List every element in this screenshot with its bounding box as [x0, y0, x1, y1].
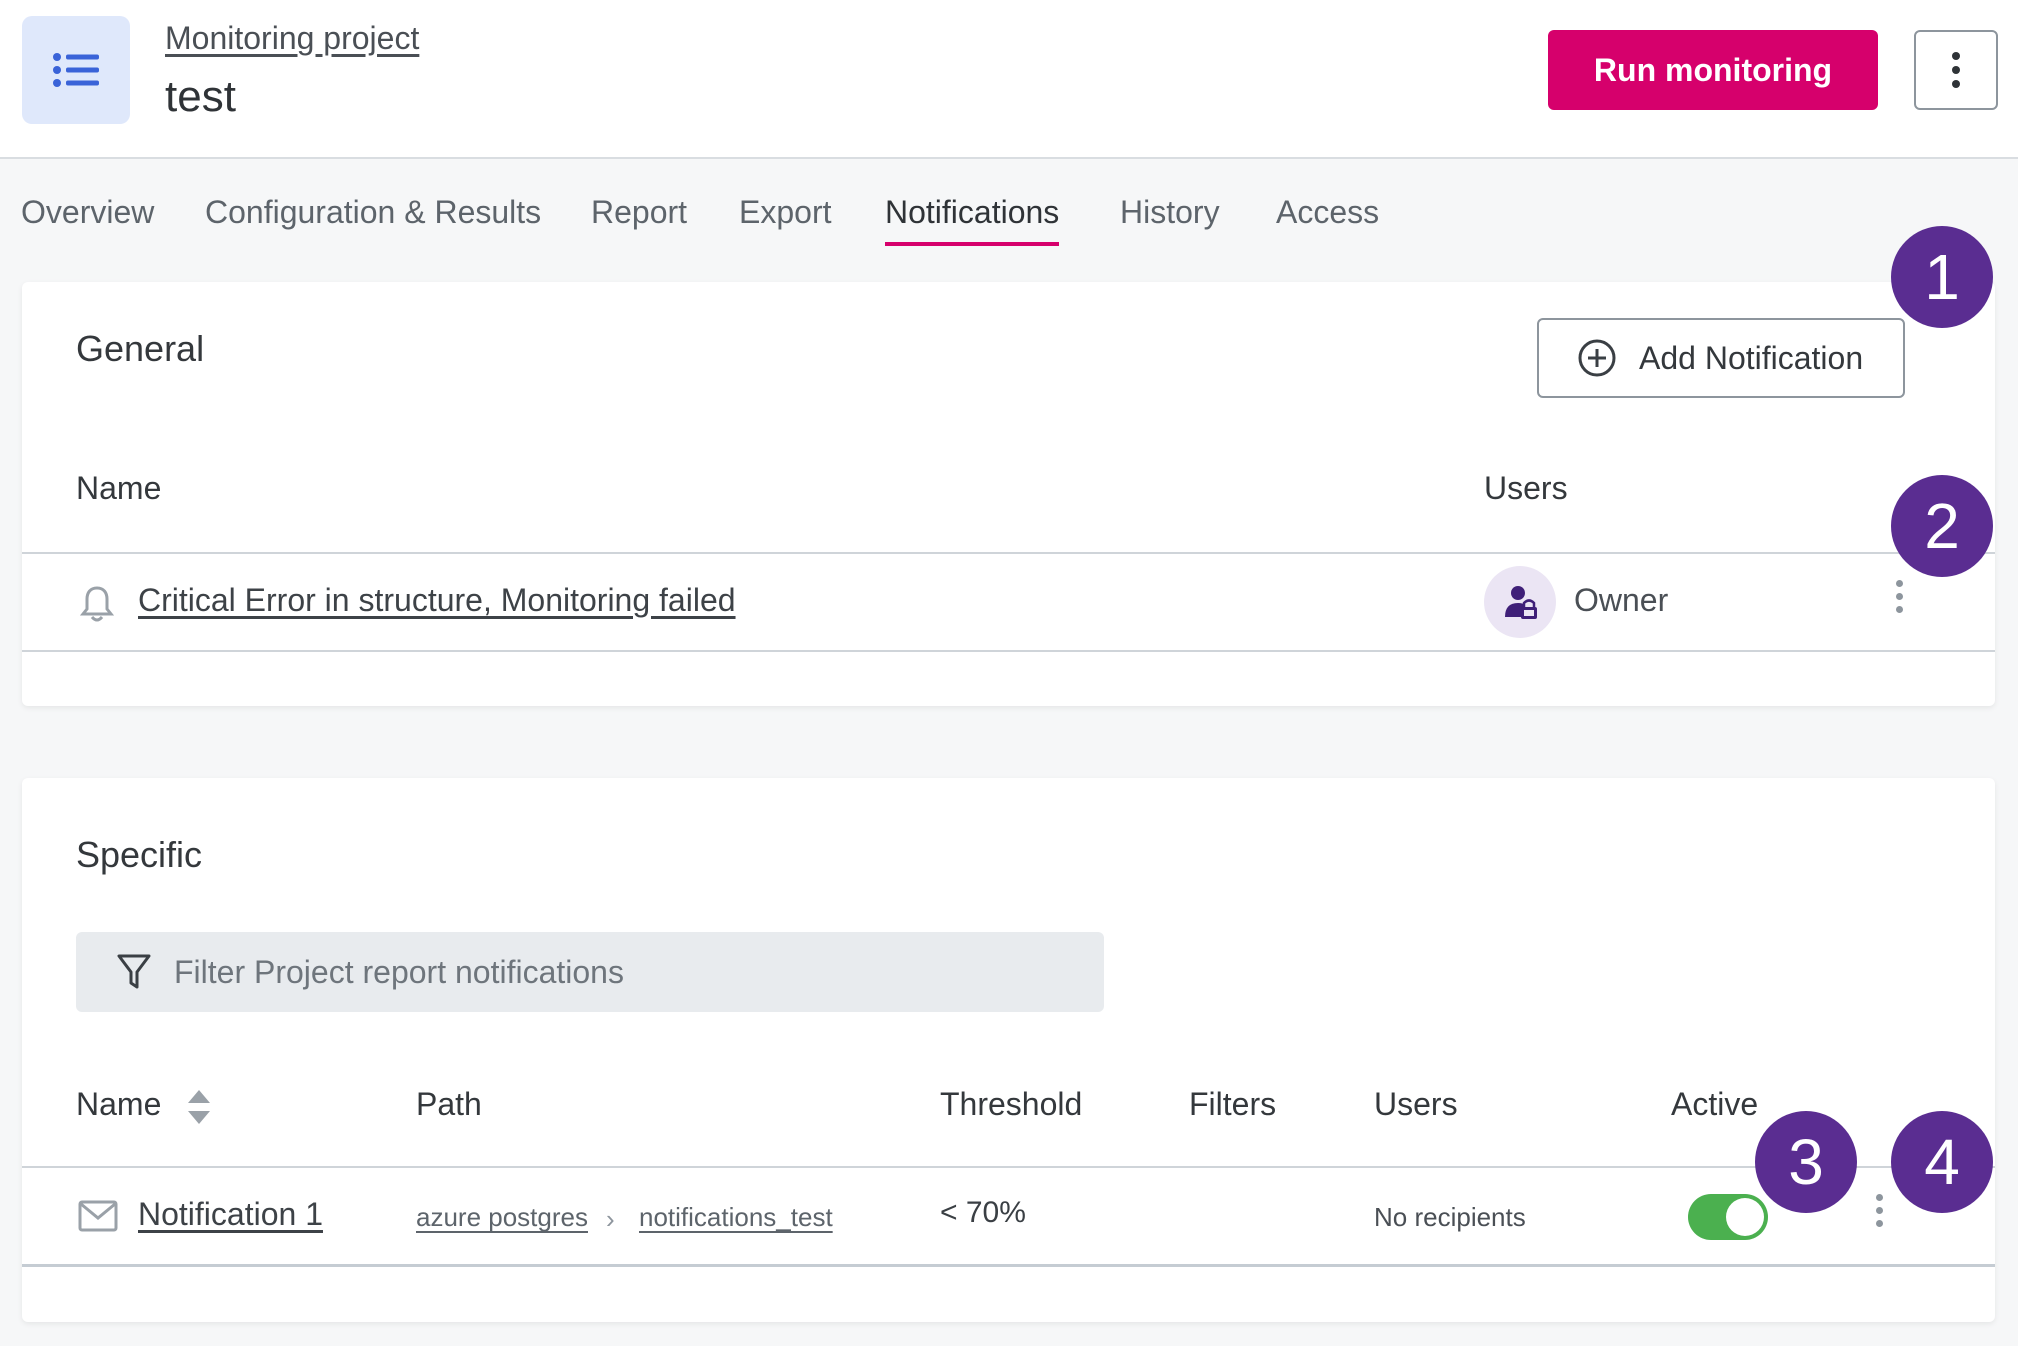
users-value: No recipients: [1374, 1202, 1526, 1232]
more-options-button[interactable]: [1914, 30, 1998, 110]
tab-access[interactable]: Access: [1276, 194, 1379, 231]
active-toggle[interactable]: [1688, 1194, 1768, 1240]
notification-name-link[interactable]: Notification 1: [138, 1196, 323, 1233]
column-header-name: Name: [76, 1086, 162, 1122]
notification-name-link[interactable]: Critical Error in structure, Monitoring …: [138, 582, 736, 619]
row-menu-icon[interactable]: [1876, 1194, 1883, 1227]
specific-section-title: Specific: [76, 834, 203, 875]
callout-badge: 1: [1891, 226, 1993, 328]
page-title: test: [165, 72, 236, 121]
column-header-active: Active: [1671, 1086, 1759, 1122]
general-notifications-card: General Add Notification Name Users: [22, 282, 1995, 706]
filter-field[interactable]: [76, 932, 1104, 1012]
tab-notifications[interactable]: Notifications: [885, 194, 1060, 246]
owner-avatar: [1484, 566, 1556, 638]
user-role-label: Owner: [1574, 582, 1669, 618]
plus-circle-icon: [1578, 339, 1616, 377]
mail-icon: [78, 1200, 118, 1237]
general-section-title: General: [76, 328, 205, 369]
breadcrumb[interactable]: Monitoring project: [165, 20, 419, 57]
tab-report[interactable]: Report: [591, 194, 687, 231]
column-header-threshold: Threshold: [940, 1086, 1083, 1122]
specific-notifications-card: Specific Name Path Threshold Filters Use…: [22, 778, 1995, 1322]
add-notification-button[interactable]: Add Notification: [1537, 318, 1905, 398]
column-header-filters: Filters: [1189, 1086, 1277, 1122]
filter-icon: [117, 954, 151, 989]
list-icon: [22, 16, 130, 124]
callout-badge: 2: [1891, 475, 1993, 577]
divider: [22, 1264, 1995, 1267]
bell-icon: [79, 584, 115, 629]
sort-icon[interactable]: [186, 1088, 212, 1131]
chevron-right-icon: ›: [606, 1204, 615, 1234]
tab-configuration-results[interactable]: Configuration & Results: [205, 194, 541, 231]
path-segment-link[interactable]: azure postgres: [416, 1202, 588, 1233]
add-notification-label: Add Notification: [1639, 339, 1864, 376]
column-header-path: Path: [416, 1086, 482, 1122]
tab-overview[interactable]: Overview: [21, 194, 154, 231]
kebab-icon: [1952, 52, 1960, 88]
callout-badge: 3: [1755, 1111, 1857, 1213]
divider: [22, 650, 1995, 652]
filter-input[interactable]: [174, 953, 1074, 991]
divider: [22, 1166, 1995, 1168]
divider: [22, 552, 1995, 554]
column-header-users: Users: [1374, 1086, 1458, 1122]
path-segment-link[interactable]: notifications_test: [639, 1202, 833, 1233]
page-header: Monitoring project test Run monitoring: [0, 0, 2018, 159]
row-menu-icon[interactable]: [1896, 580, 1903, 613]
callout-badge: 4: [1891, 1111, 1993, 1213]
column-header-name: Name: [76, 470, 162, 506]
threshold-value: < 70%: [940, 1196, 1026, 1229]
run-monitoring-button[interactable]: Run monitoring: [1548, 30, 1878, 110]
column-header-users: Users: [1484, 470, 1568, 506]
toggle-knob: [1726, 1198, 1764, 1236]
tab-export[interactable]: Export: [739, 194, 831, 231]
tab-history[interactable]: History: [1120, 194, 1220, 231]
user-lock-icon: [1505, 586, 1537, 619]
